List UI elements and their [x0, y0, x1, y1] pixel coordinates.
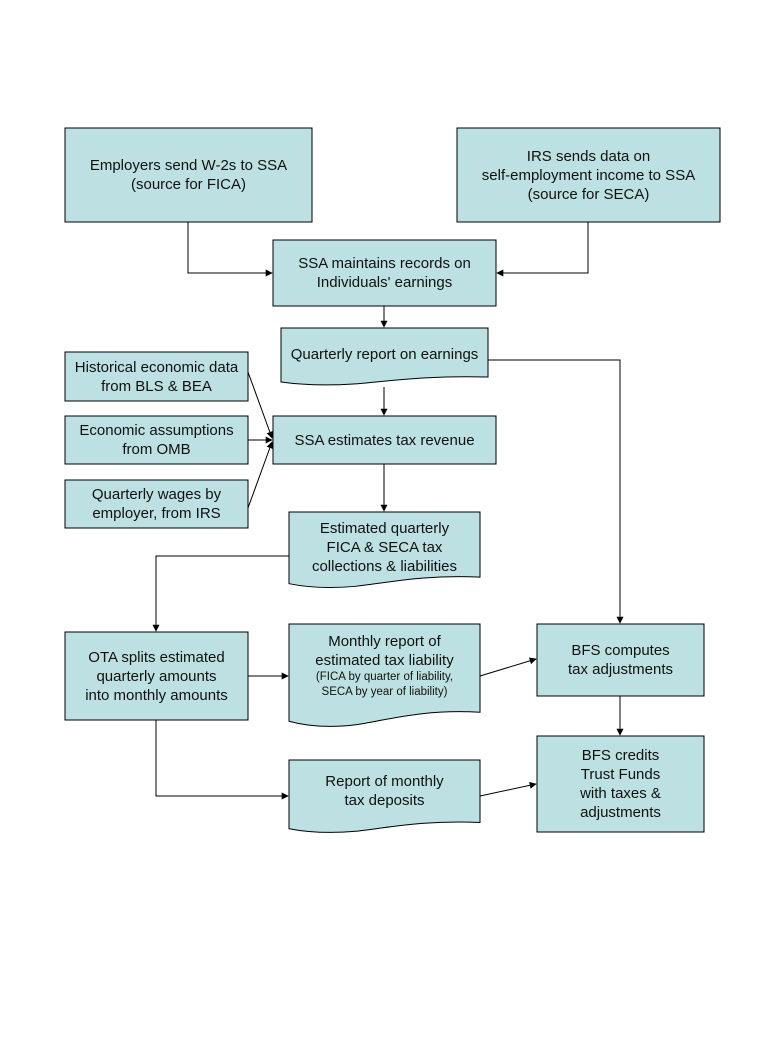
- label-ota-splits: OTA splits estimated quarterly amounts int…: [65, 632, 248, 720]
- label-quarterly-report: Quarterly report on earnings: [281, 328, 488, 380]
- label-line: Economic assumptions: [79, 422, 234, 439]
- arrow-historical-to-ssa-estimates: [247, 371, 274, 439]
- label-line: employer, from IRS: [92, 505, 221, 522]
- label-line: tax deposits: [344, 792, 425, 809]
- label-estimated-collections: Estimated quarterly FICA & SECA tax collec…: [289, 512, 480, 582]
- label-line: FICA & SECA tax: [326, 538, 443, 556]
- label-note-line: (FICA by quarter of liability,: [315, 671, 454, 683]
- label-line: from OMB: [122, 441, 191, 458]
- label-monthly-report: Monthly report of estimated tax liability…: [289, 624, 480, 708]
- label-line: adjustments: [580, 804, 661, 821]
- arrow-ota-splits-to-monthly-deposits: [155, 720, 289, 800]
- label-line: (source for FICA): [130, 176, 247, 193]
- label-line: collections & liabilities: [311, 557, 458, 575]
- label-line: self-employment income to SSA: [481, 166, 696, 184]
- label-line: BFS credits: [581, 747, 660, 764]
- label-line: Report of monthly: [325, 773, 444, 790]
- label-line: IRS sends data on: [526, 147, 651, 165]
- label-irs-self: IRS sends data on self-employment income …: [457, 128, 720, 222]
- arrow-estimated-collections-to-ota-splits: [152, 555, 289, 632]
- label-line: (source for SECA): [527, 185, 650, 203]
- label-line: Historical economic data: [74, 358, 239, 376]
- label-bfs-credits: BFS credits Trust Funds with taxes & adjust…: [537, 736, 704, 832]
- label-wages: Quarterly wages by employer, from IRS: [65, 480, 248, 528]
- arrow-employers-to-ssa-records: [187, 222, 273, 277]
- label-employers: Employers send W-2s to SSA (source for FI…: [65, 128, 312, 222]
- label-line: estimated tax liability: [315, 652, 454, 669]
- label-historical: Historical economic data from BLS & BEA: [65, 352, 248, 401]
- label-ssa-estimates: SSA estimates tax revenue: [273, 416, 496, 464]
- label-line: from BLS & BEA: [101, 377, 212, 395]
- label-line: BFS computes: [571, 642, 670, 659]
- arrow-wages-to-ssa-estimates: [247, 441, 274, 509]
- label-monthly-deposits: Report of monthly tax deposits: [289, 760, 480, 822]
- label-line: SSA estimates tax revenue: [294, 431, 475, 449]
- label-line: Individuals' earnings: [316, 274, 453, 291]
- label-line: SSA maintains records on: [298, 255, 471, 272]
- label-line: Quarterly report on earnings: [290, 345, 479, 363]
- arrow-quarterly-report-to-bfs-computes: [488, 359, 624, 624]
- label-line: Quarterly wages by: [91, 486, 222, 503]
- label-bfs-computes: BFS computes tax adjustments: [537, 624, 704, 696]
- label-note-line: SECA by year of liability): [321, 686, 448, 698]
- label-line: tax adjustments: [567, 661, 674, 678]
- label-assumptions: Economic assumptions from OMB: [65, 416, 248, 464]
- arrow-irs-self-to-ssa-records: [496, 222, 589, 277]
- label-line: quarterly amounts: [96, 667, 217, 685]
- label-line: into monthly amounts: [85, 686, 228, 704]
- label-line: with taxes &: [580, 785, 661, 802]
- arrow-monthly-report-to-bfs-computes: [479, 657, 537, 677]
- label-ssa-records: SSA maintains records on Individuals' ear…: [273, 240, 496, 306]
- label-line: OTA splits estimated: [88, 648, 225, 666]
- arrow-monthly-deposits-to-bfs-credits: [479, 781, 537, 797]
- label-line: Employers send W-2s to SSA: [89, 157, 288, 174]
- label-line: Estimated quarterly: [319, 519, 450, 537]
- label-line: Trust Funds: [580, 766, 661, 783]
- label-line: Monthly report of: [328, 633, 441, 650]
